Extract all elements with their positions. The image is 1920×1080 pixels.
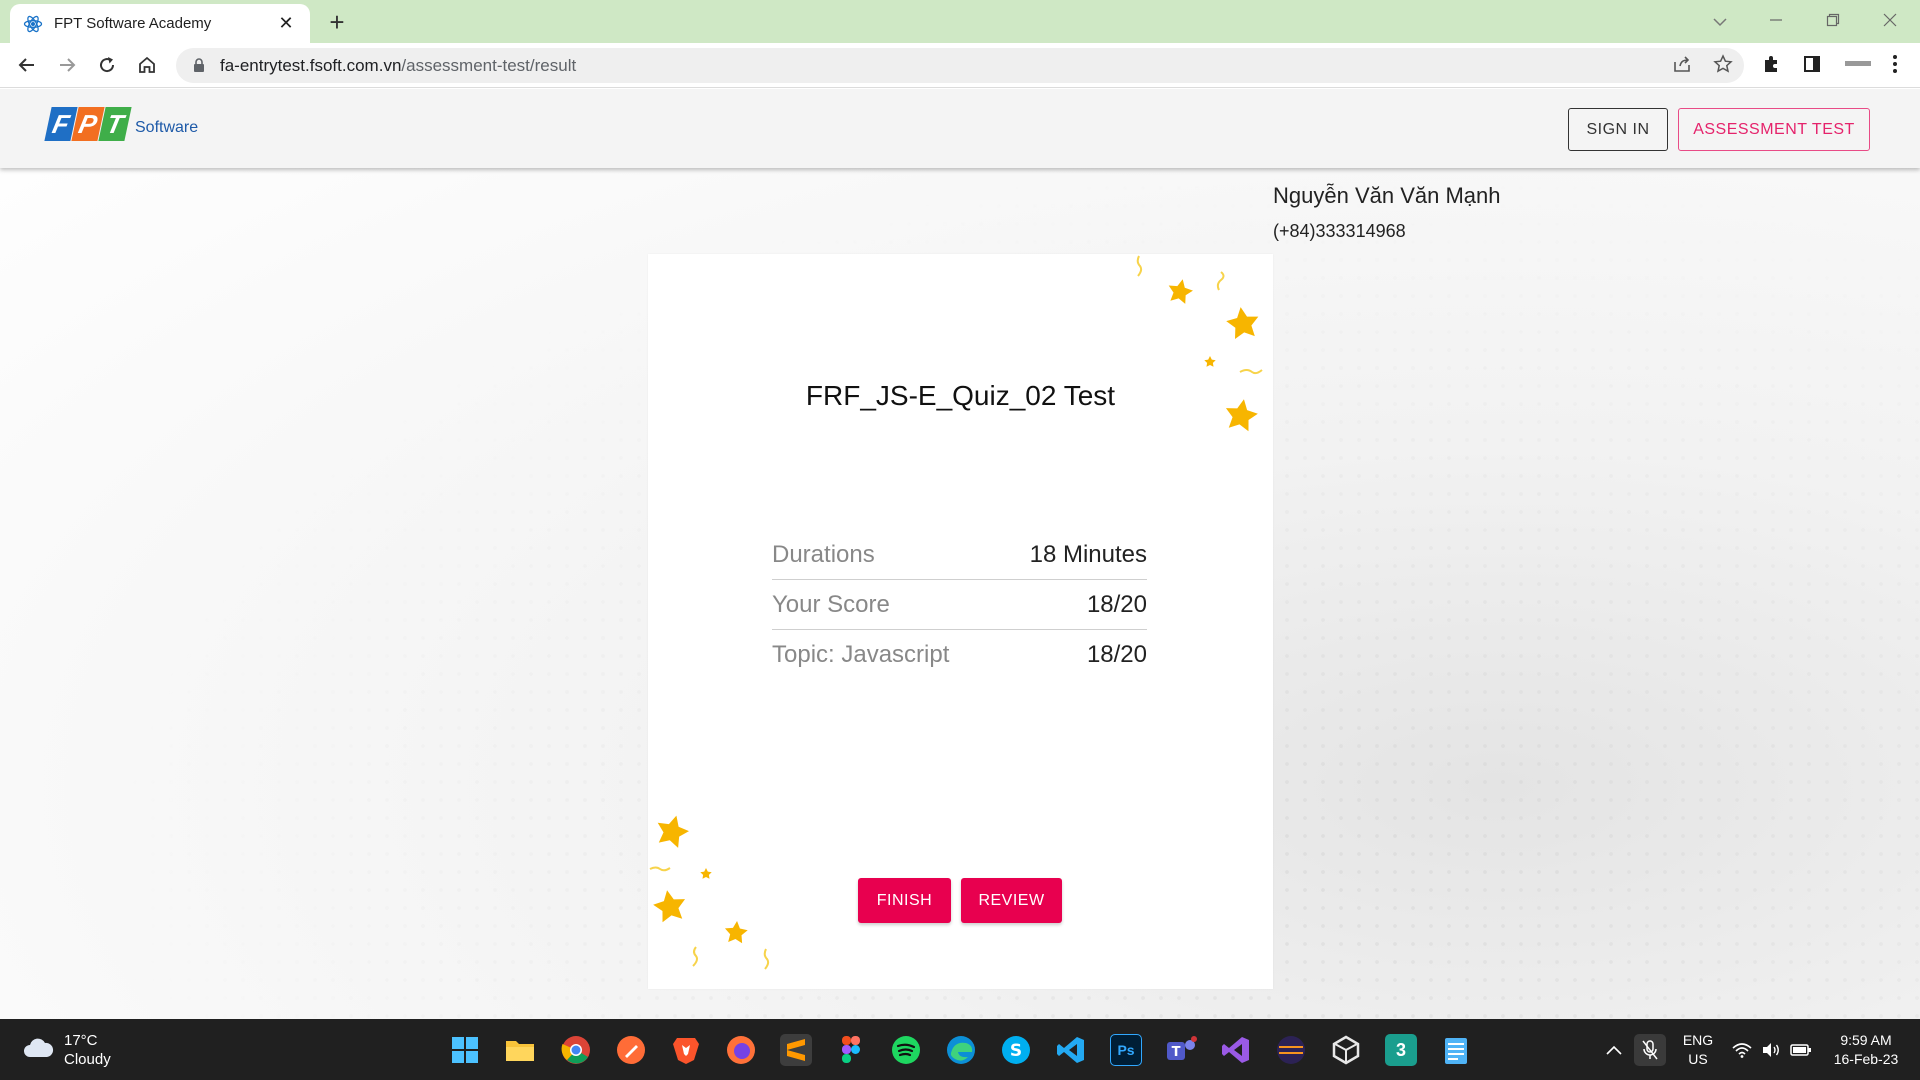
skype-icon[interactable]: S	[1000, 1034, 1032, 1066]
tab-search-chevron-icon[interactable]	[1700, 6, 1740, 36]
minimize-icon[interactable]	[1756, 6, 1796, 36]
clock-time: 9:59 AM	[1840, 1032, 1892, 1048]
user-phone: (+84)333314968	[1273, 221, 1406, 241]
battery-charging-icon	[1789, 1044, 1811, 1056]
stat-value: 18 Minutes	[1029, 540, 1147, 568]
browser-tab-strip: FPT Software Academy ✕ +	[0, 0, 1920, 43]
logo-letter-t: T	[98, 107, 132, 141]
spotify-icon[interactable]	[890, 1034, 922, 1066]
stat-row-score: Your Score 18/20	[772, 580, 1147, 630]
site-header: F P T Software SIGN IN ASSESSMENT TEST	[0, 89, 1920, 168]
edge-icon[interactable]	[945, 1034, 977, 1066]
wifi-icon	[1732, 1043, 1752, 1058]
review-button[interactable]: REVIEW	[961, 878, 1062, 923]
stat-label: Topic: Javascript	[772, 641, 950, 668]
bookmark-star-icon[interactable]	[1708, 48, 1738, 80]
extensions-puzzle-icon[interactable]	[1756, 48, 1786, 80]
postman-icon[interactable]	[615, 1034, 647, 1066]
reload-icon[interactable]	[91, 49, 123, 81]
weather-condition: Cloudy	[64, 1051, 111, 1068]
back-icon[interactable]	[11, 49, 43, 81]
share-icon[interactable]	[1667, 48, 1697, 80]
visual-studio-icon[interactable]	[1220, 1034, 1252, 1066]
browser-menu-icon[interactable]	[1880, 48, 1910, 80]
star-confetti-bottom-icon	[649, 815, 770, 970]
teams-icon[interactable]: T	[1165, 1034, 1197, 1066]
cloud-icon	[22, 1037, 54, 1064]
volume-icon	[1762, 1043, 1779, 1057]
region-label: US	[1688, 1051, 1708, 1067]
forward-icon[interactable]	[51, 49, 83, 81]
assessment-test-button[interactable]: ASSESSMENT TEST	[1678, 108, 1870, 151]
url-host: fa-entrytest.fsoft.com.vn	[220, 55, 402, 75]
stat-row-duration: Durations 18 Minutes	[772, 530, 1147, 580]
system-tray-status[interactable]	[1728, 1034, 1816, 1066]
side-panel-icon[interactable]	[1797, 48, 1827, 80]
unity-icon[interactable]	[1330, 1034, 1362, 1066]
browser-tab[interactable]: FPT Software Academy ✕	[10, 4, 310, 43]
finish-button[interactable]: FINISH	[858, 878, 951, 923]
firefox-icon[interactable]	[725, 1034, 757, 1066]
microphone-muted-icon[interactable]	[1634, 1034, 1666, 1066]
language-label: ENG	[1682, 1032, 1714, 1048]
notepad-icon[interactable]	[1440, 1034, 1472, 1066]
user-name: Nguyễn Văn Văn Mạnh	[1273, 183, 1501, 208]
lock-icon	[192, 58, 206, 74]
profile-avatar-icon[interactable]	[1838, 48, 1878, 80]
stat-value: 18/20	[1086, 641, 1147, 668]
weather-widget[interactable]: 17°C Cloudy	[22, 1031, 111, 1069]
fpt-software-logo[interactable]: F P T Software	[44, 107, 199, 141]
vscode-icon[interactable]	[1055, 1034, 1087, 1066]
react-favicon-icon	[22, 13, 44, 35]
file-explorer-icon[interactable]	[504, 1034, 536, 1066]
stat-label: Durations	[772, 540, 875, 568]
windows-start-icon[interactable]	[449, 1034, 481, 1066]
brave-icon[interactable]	[670, 1034, 702, 1066]
chrome-icon[interactable]	[560, 1034, 592, 1066]
home-icon[interactable]	[131, 49, 163, 81]
eclipse-icon[interactable]	[1275, 1034, 1307, 1066]
show-hidden-icons-chevron-icon[interactable]	[1598, 1034, 1630, 1066]
figma-icon[interactable]	[835, 1034, 867, 1066]
browser-toolbar: fa-entrytest.fsoft.com.vn/assessment-tes…	[0, 43, 1920, 88]
windows-taskbar: 17°C Cloudy S Ps T 3 ENG US 9:59 AM 16-F…	[0, 1019, 1920, 1080]
photoshop-icon[interactable]: Ps	[1110, 1034, 1142, 1066]
tab-title: FPT Software Academy	[54, 15, 212, 32]
stat-label: Your Score	[772, 590, 890, 618]
clock-date: 16-Feb-23	[1833, 1051, 1899, 1067]
result-stats: Durations 18 Minutes Your Score 18/20 To…	[772, 530, 1147, 680]
restore-icon[interactable]	[1813, 6, 1853, 36]
new-tab-button[interactable]: +	[322, 8, 352, 38]
sign-in-button[interactable]: SIGN IN	[1568, 108, 1668, 151]
test-title: FRF_JS-E_Quiz_02 Test	[805, 380, 1116, 411]
address-bar[interactable]: fa-entrytest.fsoft.com.vn/assessment-tes…	[176, 48, 1744, 83]
logo-text: Software	[135, 119, 199, 136]
sublime-text-icon[interactable]	[780, 1034, 812, 1066]
stat-row-topic: Topic: Javascript 18/20	[772, 630, 1147, 680]
weather-temperature: 17°C	[64, 1032, 98, 1049]
3ds-max-icon[interactable]: 3	[1385, 1034, 1417, 1066]
close-window-icon[interactable]	[1870, 6, 1910, 36]
svg-text:S: S	[1010, 1041, 1022, 1061]
stat-value: 18/20	[1086, 590, 1147, 618]
url-path: /assessment-test/result	[401, 55, 577, 75]
svg-text:T: T	[1172, 1045, 1181, 1060]
input-language-indicator[interactable]: ENG US	[1678, 1031, 1718, 1069]
fpt-logo-mark: F P T	[44, 107, 132, 141]
result-actions: FINISH REVIEW	[858, 878, 1062, 923]
tab-close-icon[interactable]: ✕	[274, 13, 298, 34]
clock[interactable]: 9:59 AM 16-Feb-23	[1826, 1031, 1906, 1069]
